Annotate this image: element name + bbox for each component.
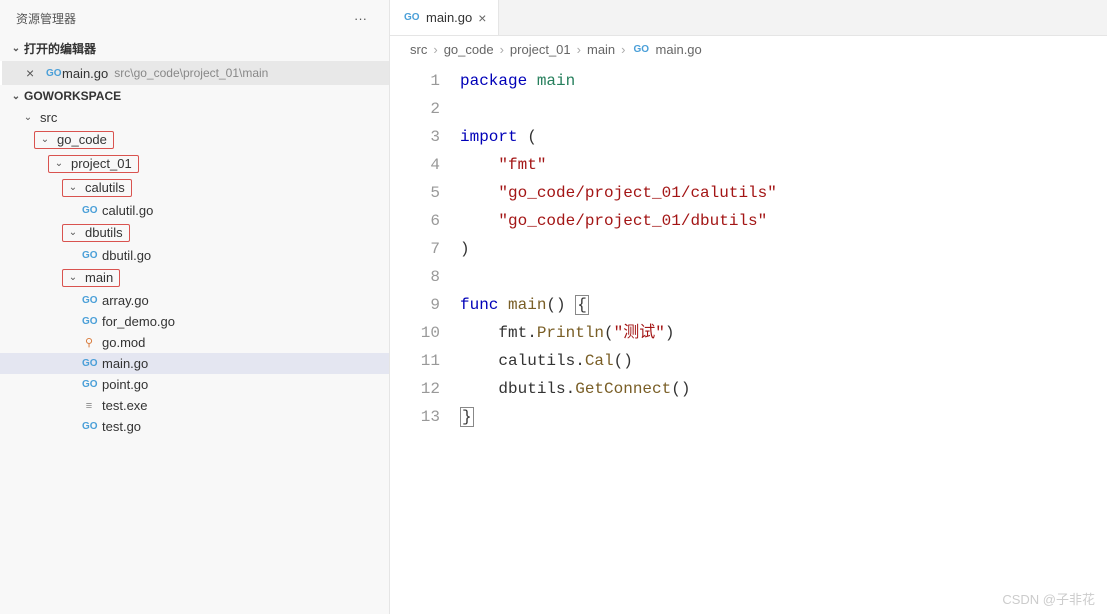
close-icon[interactable]: ×	[26, 65, 44, 81]
breadcrumb-item[interactable]: go_code	[444, 42, 494, 57]
file-icon: ≡	[80, 400, 98, 412]
tab-label: main.go	[426, 10, 472, 25]
go-file-icon: GO	[44, 68, 62, 79]
chevron-down-icon: ⌄	[20, 112, 36, 123]
tree-file-calutil-go[interactable]: GO calutil.go	[0, 200, 389, 221]
chevron-down-icon: ⌄	[65, 182, 81, 193]
chevron-down-icon: ⌄	[51, 158, 67, 169]
tree-folder-src[interactable]: ⌄ src	[0, 107, 389, 128]
go-file-icon: GO	[80, 205, 98, 216]
open-editor-path: src\go_code\project_01\main	[114, 66, 268, 80]
workspace-label: GOWORKSPACE	[24, 89, 121, 103]
workspace-section: ⌄ GOWORKSPACE ⌄ src ⌄go_code ⌄project_01…	[0, 85, 389, 437]
go-file-icon: GO	[80, 316, 98, 327]
file-tree: ⌄ src ⌄go_code ⌄project_01 ⌄calutils GO …	[0, 107, 389, 437]
go-file-icon: GO	[402, 12, 420, 23]
go-file-icon: GO	[80, 421, 98, 432]
go-file-icon: GO	[80, 295, 98, 306]
open-editors-section: ⌄ 打开的编辑器 × GO main.go src\go_code\projec…	[0, 36, 389, 85]
chevron-right-icon: ›	[577, 42, 581, 57]
tree-folder-project-01[interactable]: ⌄project_01	[0, 152, 389, 176]
chevron-down-icon: ⌄	[65, 227, 81, 238]
tree-file-test-go[interactable]: GO test.go	[0, 416, 389, 437]
sidebar-title: 资源管理器	[16, 10, 76, 27]
tab-main-go[interactable]: GO main.go ×	[390, 0, 499, 35]
chevron-down-icon: ⌄	[37, 134, 53, 145]
go-file-icon: GO	[80, 358, 98, 369]
chevron-right-icon: ›	[433, 42, 437, 57]
chevron-down-icon: ⌄	[8, 43, 24, 54]
tree-file-main-go[interactable]: GO main.go	[0, 353, 389, 374]
breadcrumb-item[interactable]: src	[410, 42, 427, 57]
more-icon[interactable]: ···	[348, 9, 373, 28]
chevron-down-icon: ⌄	[8, 91, 24, 102]
breadcrumb-item[interactable]: main	[587, 42, 615, 57]
editor-area: GO main.go × src › go_code › project_01 …	[390, 0, 1107, 614]
chevron-right-icon: ›	[621, 42, 625, 57]
editor-tabs: GO main.go ×	[390, 0, 1107, 36]
go-file-icon: GO	[632, 44, 650, 55]
go-file-icon: GO	[80, 379, 98, 390]
chevron-right-icon: ›	[500, 42, 504, 57]
tree-folder-go-code[interactable]: ⌄go_code	[0, 128, 389, 152]
breadcrumb-item[interactable]: project_01	[510, 42, 571, 57]
tree-file-point-go[interactable]: GO point.go	[0, 374, 389, 395]
code-content[interactable]: package main import ( "fmt" "go_code/pro…	[460, 67, 1107, 614]
tree-folder-main[interactable]: ⌄main	[0, 266, 389, 290]
open-editors-label: 打开的编辑器	[24, 40, 96, 57]
open-editor-filename: main.go	[62, 66, 108, 81]
tree-file-dbutil-go[interactable]: GO dbutil.go	[0, 245, 389, 266]
chevron-down-icon: ⌄	[65, 272, 81, 283]
line-gutter: 1 2 3 4 5 6 7 8 9 10 11 12 13	[390, 67, 460, 614]
tree-file-array-go[interactable]: GO array.go	[0, 290, 389, 311]
sidebar-header: 资源管理器 ···	[0, 0, 389, 36]
open-editors-header[interactable]: ⌄ 打开的编辑器	[0, 36, 389, 61]
tree-file-for-demo-go[interactable]: GO for_demo.go	[0, 311, 389, 332]
go-file-icon: GO	[80, 250, 98, 261]
tree-file-test-exe[interactable]: ≡ test.exe	[0, 395, 389, 416]
tree-folder-calutils[interactable]: ⌄calutils	[0, 176, 389, 200]
tree-file-go-mod[interactable]: ⚲ go.mod	[0, 332, 389, 353]
close-icon[interactable]: ×	[478, 10, 486, 26]
watermark: CSDN @子非花	[1002, 589, 1095, 608]
tree-folder-dbutils[interactable]: ⌄dbutils	[0, 221, 389, 245]
explorer-sidebar: 资源管理器 ··· ⌄ 打开的编辑器 × GO main.go src\go_c…	[0, 0, 390, 614]
code-editor[interactable]: 1 2 3 4 5 6 7 8 9 10 11 12 13 package ma…	[390, 63, 1107, 614]
rss-icon: ⚲	[80, 336, 98, 349]
breadcrumb-item[interactable]: main.go	[656, 42, 702, 57]
workspace-header[interactable]: ⌄ GOWORKSPACE	[0, 85, 389, 107]
open-editor-item[interactable]: × GO main.go src\go_code\project_01\main	[0, 61, 389, 85]
breadcrumb[interactable]: src › go_code › project_01 › main › GO m…	[390, 36, 1107, 63]
